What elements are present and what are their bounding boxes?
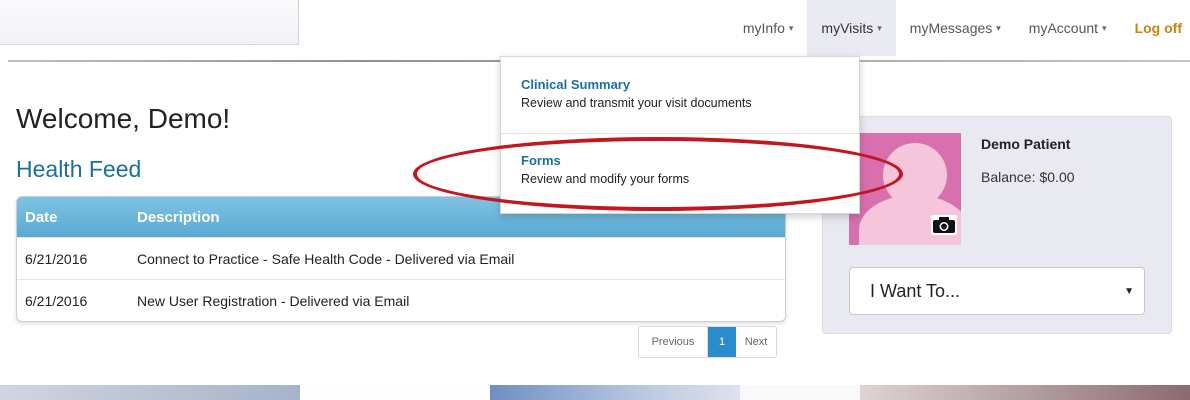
chevron-down-icon: ▾ (788, 22, 794, 33)
menu-divider (501, 133, 859, 134)
chevron-down-icon: ▼ (1124, 285, 1134, 297)
footer-image (860, 385, 1190, 400)
nav-mymessages[interactable]: myMessages ▾ (896, 0, 1015, 56)
pagination: Previous 1 Next (638, 326, 777, 358)
menu-item-clinical-summary[interactable]: Clinical Summary Review and transmit you… (521, 77, 752, 110)
chevron-down-icon: ▾ (877, 22, 882, 33)
welcome-heading: Welcome, Demo! (16, 103, 231, 134)
previous-page-button[interactable]: Previous (639, 327, 708, 357)
i-want-to-select[interactable]: I Want To... ▼ (849, 267, 1145, 315)
patient-name: Demo Patient (981, 136, 1071, 152)
balance-label: Balance: (981, 169, 1036, 185)
table-row: 6/21/2016 Connect to Practice - Safe Hea… (17, 237, 785, 279)
nav-myvisits[interactable]: myVisits ▾ (807, 0, 896, 56)
nav-myinfo[interactable]: myInfo ▾ (729, 0, 808, 56)
table-row: 6/21/2016 New User Registration - Delive… (17, 279, 785, 321)
page-1-button[interactable]: 1 (708, 327, 736, 357)
menu-item-title: Clinical Summary (521, 77, 631, 92)
menu-item-description: Review and transmit your visit documents (521, 96, 752, 110)
balance-value: $0.00 (1039, 169, 1075, 185)
logo-area (0, 0, 299, 45)
column-header-description[interactable]: Description (137, 209, 220, 226)
select-value: I Want To... (870, 280, 961, 301)
footer-image (300, 385, 490, 400)
camera-icon[interactable] (931, 215, 957, 235)
cell-date: 6/21/2016 (25, 250, 88, 267)
patient-balance: Balance: $0.00 (981, 169, 1075, 185)
profile-card: Demo Patient Balance: $0.00 I Want To... … (822, 116, 1172, 334)
cell-description: New User Registration - Delivered via Em… (137, 292, 410, 309)
nav-myvisits-label: myVisits (821, 20, 874, 36)
nav-myaccount[interactable]: myAccount ▾ (1015, 0, 1121, 56)
chevron-down-icon: ▾ (996, 22, 1001, 33)
logoff-link[interactable]: Log off (1121, 0, 1190, 56)
footer-image (490, 385, 740, 400)
cell-description: Connect to Practice - Safe Health Code -… (137, 250, 515, 267)
next-page-button[interactable]: Next (736, 327, 776, 357)
myvisits-dropdown-menu: Clinical Summary Review and transmit you… (500, 56, 860, 214)
column-header-date[interactable]: Date (17, 209, 137, 226)
main-nav: myInfo ▾ myVisits ▾ myMessages ▾ myAccou… (729, 0, 1190, 56)
nav-myinfo-label: myInfo (742, 20, 785, 36)
menu-item-description: Review and modify your forms (521, 172, 690, 186)
footer-image (0, 385, 300, 400)
menu-item-forms[interactable]: Forms Review and modify your forms (521, 153, 689, 186)
avatar[interactable] (849, 133, 961, 245)
nav-myaccount-label: myAccount (1028, 20, 1099, 36)
cell-date: 6/21/2016 (25, 292, 88, 309)
health-feed-title: Health Feed (16, 156, 142, 182)
health-feed-table: Date Description 6/21/2016 Connect to Pr… (16, 196, 786, 322)
menu-item-title: Forms (521, 153, 561, 168)
footer-image-strip (0, 385, 1190, 400)
chevron-down-icon: ▾ (1102, 22, 1107, 33)
footer-image (740, 385, 860, 400)
nav-mymessages-label: myMessages (909, 20, 993, 36)
